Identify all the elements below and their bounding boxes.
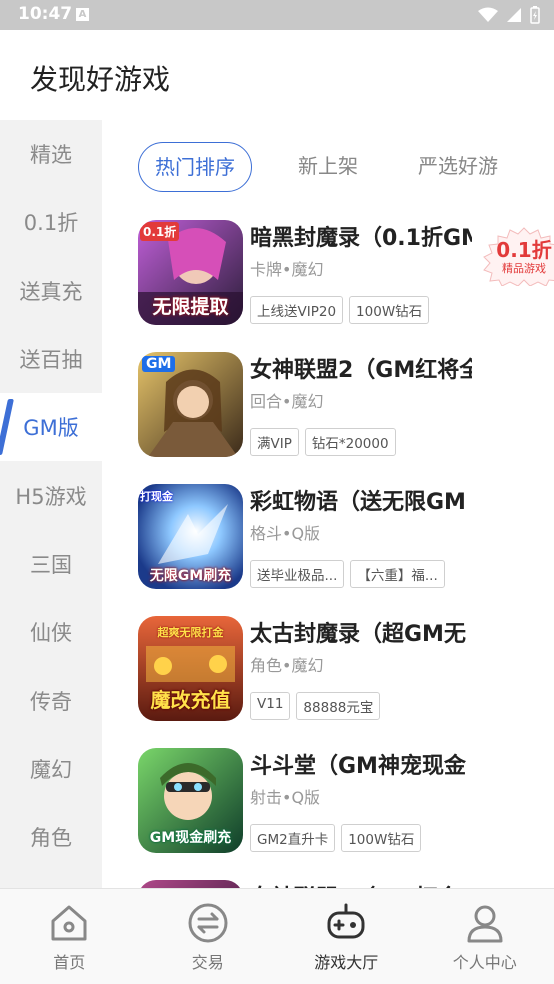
game-title: 太古封魔录（超GM无 — [250, 622, 466, 646]
nav-label: 游戏大厅 — [314, 953, 379, 972]
status-bar: 10:47 A — [0, 0, 554, 30]
icon-caption-bottom: 魔改充值 — [150, 688, 231, 712]
sidebar-item-hundred-draws[interactable]: 送百抽 — [0, 325, 102, 393]
sidebar-item-xianxia[interactable]: 仙侠 — [0, 598, 102, 666]
sidebar-item-label: 送真充 — [19, 279, 83, 304]
game-title: 女神联盟2（GM打金 — [250, 880, 472, 888]
game-genre: 回合•魔幻 — [250, 392, 324, 411]
user-icon — [467, 905, 503, 943]
icon-caption-top: GM — [142, 356, 176, 372]
sidebar-item-label: 三国 — [30, 552, 72, 577]
game-icon — [138, 880, 243, 888]
icon-caption-bottom: 无限GM刷充 — [149, 568, 232, 584]
sidebar-item-rpg[interactable]: 角色 — [0, 803, 102, 871]
sidebar-item-label: 0.1折 — [23, 211, 79, 236]
status-icons — [478, 6, 540, 24]
nav-profile[interactable]: 个人中心 — [416, 889, 554, 984]
game-title: 女神联盟2（GM红将全 — [250, 358, 472, 382]
game-item[interactable]: 女神联盟2（GM打金 — [138, 880, 548, 888]
badge-subtitle: 精品游戏 — [502, 262, 546, 275]
game-icon: GM现金刷充 — [138, 748, 243, 853]
game-icon: 打现金 无限GM刷充 — [138, 484, 243, 589]
tag: 满VIP — [250, 428, 299, 456]
discount-badge: 0.1折 精品游戏 — [476, 226, 554, 287]
tag: 钻石*20000 — [304, 428, 396, 456]
status-time: 10:47 — [18, 4, 73, 24]
tag: GM2直升卡 — [250, 824, 336, 852]
game-item[interactable]: 打现金 无限GM刷充 彩虹物语（送无限GM 格斗•Q版 送毕业极品... 【六重… — [138, 484, 548, 594]
game-genre: 卡牌•魔幻 — [250, 260, 324, 279]
sidebar-item-label: 传奇 — [30, 689, 72, 714]
sidebar-item-label: 送百抽 — [19, 348, 83, 373]
game-tags: 送毕业极品... 【六重】福... — [250, 560, 445, 588]
nav-game-hall[interactable]: 游戏大厅 — [277, 889, 416, 984]
app-header: 发现好游戏 — [0, 30, 554, 120]
sidebar-item-legend[interactable]: 传奇 — [0, 666, 102, 734]
home-icon — [51, 905, 87, 941]
sidebar-item-label: 仙侠 — [30, 621, 72, 646]
trade-icon — [188, 903, 228, 943]
game-title: 斗斗堂（GM神宠现金 — [250, 754, 466, 778]
icon-caption-bottom: 无限提取 — [152, 296, 229, 318]
game-title: 暗黑封魔录（0.1折GM — [250, 226, 472, 250]
sidebar-item-discount[interactable]: 0.1折 — [0, 188, 102, 256]
sort-tabs: 热门排序 新上架 严选好游 — [138, 142, 548, 194]
game-icon: 超爽无限打金 魔改充值 — [138, 616, 243, 721]
game-genre: 角色•魔幻 — [250, 656, 324, 675]
sidebar-item-label: 精选 — [30, 143, 72, 168]
game-tags: 满VIP 钻石*20000 — [250, 428, 396, 456]
sidebar-item-real-recharge[interactable]: 送真充 — [0, 257, 102, 325]
tab-hot[interactable]: 热门排序 — [138, 142, 252, 192]
badge-title: 0.1折 — [496, 238, 552, 262]
nav-home[interactable]: 首页 — [0, 889, 139, 984]
sidebar-item-fantasy[interactable]: 魔幻 — [0, 735, 102, 803]
tab-curated[interactable]: 严选好游 — [418, 142, 548, 192]
game-tags: GM2直升卡 100W钻石 — [250, 824, 422, 852]
game-title: 彩虹物语（送无限GM — [250, 490, 466, 514]
nav-trade[interactable]: 交易 — [139, 889, 278, 984]
tab-new[interactable]: 新上架 — [298, 142, 358, 192]
tag: 100W钻石 — [341, 824, 422, 852]
icon-caption-top: 打现金 — [140, 490, 173, 503]
notification-icon: A — [76, 8, 89, 21]
wifi-icon — [478, 7, 498, 22]
game-item[interactable]: 超爽无限打金 魔改充值 太古封魔录（超GM无 角色•魔幻 V11 88888元宝 — [138, 616, 548, 726]
tag: 88888元宝 — [296, 692, 381, 720]
battery-icon — [530, 6, 540, 24]
game-item[interactable]: 0.1折 无限提取 暗黑封魔录（0.1折GM 卡牌•魔幻 上线送VIP20 10… — [138, 220, 554, 330]
tag: 上线送VIP20 — [250, 296, 344, 324]
gamepad-icon — [327, 903, 365, 939]
page-title: 发现好游戏 — [30, 63, 171, 96]
sidebar-item-label: 角色 — [30, 826, 72, 851]
icon-caption-bottom: GM现金刷充 — [149, 830, 232, 846]
game-icon: GM — [138, 352, 243, 457]
bottom-nav: 首页 交易 游戏大厅 个人中心 — [0, 888, 554, 984]
sidebar-item-gm[interactable]: GM版 — [0, 393, 102, 462]
tag: 送毕业极品... — [250, 560, 345, 588]
nav-label: 交易 — [191, 953, 224, 972]
category-sidebar: 精选 0.1折 送真充 送百抽 GM版 H5游戏 三国 仙侠 传奇 魔幻 角色 — [0, 120, 102, 888]
icon-caption-top: 超爽无限打金 — [157, 626, 224, 639]
game-genre: 射击•Q版 — [250, 788, 321, 807]
sidebar-item-three-kingdoms[interactable]: 三国 — [0, 530, 102, 598]
game-icon: 0.1折 无限提取 — [138, 220, 243, 325]
sidebar-item-h5[interactable]: H5游戏 — [0, 461, 102, 529]
game-item[interactable]: GM现金刷充 斗斗堂（GM神宠现金 射击•Q版 GM2直升卡 100W钻石 — [138, 748, 548, 858]
tag: 【六重】福... — [350, 560, 445, 588]
game-tags: 上线送VIP20 100W钻石 — [250, 296, 430, 324]
signal-icon — [507, 8, 521, 22]
sidebar-item-label: GM版 — [23, 416, 79, 441]
game-genre: 格斗•Q版 — [250, 524, 321, 543]
game-tags: V11 88888元宝 — [250, 692, 381, 720]
sidebar-item-featured[interactable]: 精选 — [0, 120, 102, 188]
game-list-panel: 热门排序 新上架 严选好游 0.1折 无限提取 暗黑封魔录（0.1折GM 卡牌•… — [102, 120, 554, 888]
game-item[interactable]: GM 女神联盟2（GM红将全 回合•魔幻 满VIP 钻石*20000 — [138, 352, 548, 462]
tag: 100W钻石 — [349, 296, 430, 324]
sidebar-item-label: H5游戏 — [15, 484, 87, 509]
sidebar-item-label: 魔幻 — [30, 757, 72, 782]
nav-label: 个人中心 — [452, 953, 517, 972]
nav-label: 首页 — [53, 953, 86, 972]
icon-caption-top: 0.1折 — [140, 222, 180, 241]
tag: V11 — [250, 692, 291, 720]
